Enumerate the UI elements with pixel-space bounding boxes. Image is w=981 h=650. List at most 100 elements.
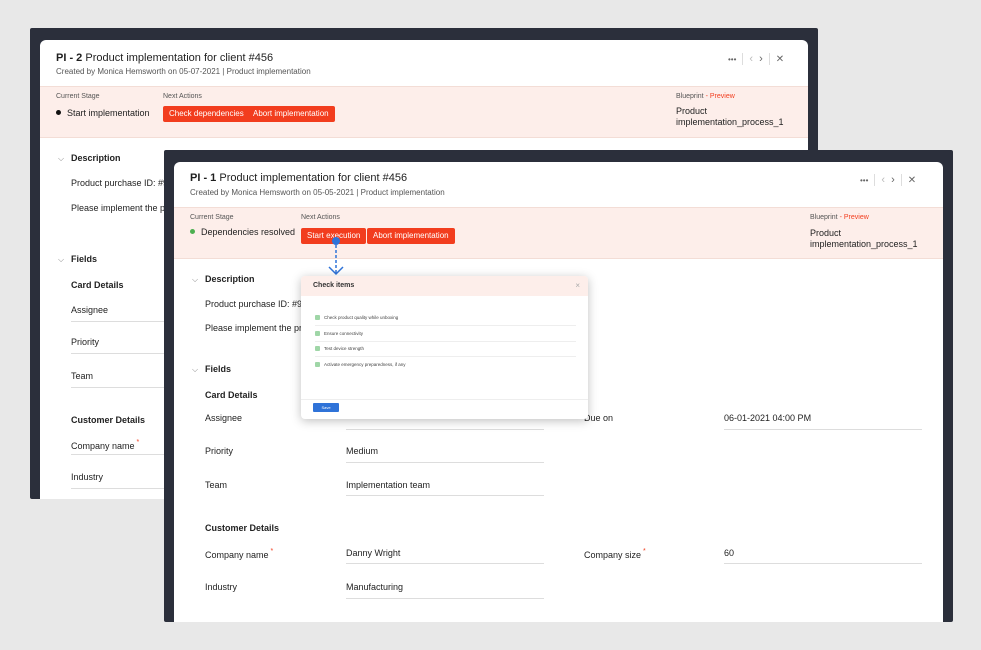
blueprint-preview-link[interactable]: - Preview: [840, 214, 869, 221]
dialog-title: Check items: [313, 282, 355, 289]
blueprint-value: Product implementation_process_1: [810, 228, 918, 249]
due-on-value[interactable]: 06-01-2021 04:00 PM: [724, 413, 811, 423]
description-heading: Description: [71, 153, 121, 163]
blueprint-label: Blueprint - Preview: [676, 93, 735, 100]
collapse-description-icon[interactable]: ⌵: [58, 154, 64, 164]
collapse-description-icon[interactable]: ⌵: [192, 275, 198, 285]
next-actions-label: Next Actions: [163, 93, 202, 100]
collapse-fields-icon[interactable]: ⌵: [58, 255, 64, 265]
front-stage-bar: Current Stage Dependencies resolved Next…: [174, 207, 943, 259]
company-name-label-text: Company name: [71, 441, 135, 451]
check-item[interactable]: Activate emergency preparedness, if any: [315, 362, 406, 367]
priority-underline: [346, 462, 544, 463]
description-heading: Description: [205, 274, 255, 284]
card-details-heading: Card Details: [205, 390, 258, 400]
industry-label: Industry: [205, 582, 238, 592]
abort-implementation-button[interactable]: Abort implementation: [247, 106, 335, 122]
company-name-underline: [346, 563, 544, 564]
company-name-value[interactable]: Danny Wright: [346, 548, 400, 558]
divider: [742, 53, 744, 65]
required-marker: *: [270, 548, 274, 555]
front-card-title-text: Product implementation for client #456: [219, 172, 408, 184]
team-underline: [346, 495, 544, 496]
abort-implementation-button[interactable]: Abort implementation: [367, 228, 455, 244]
divider: [301, 399, 588, 400]
industry-underline: [346, 598, 544, 599]
current-stage-value: Dependencies resolved: [190, 227, 295, 238]
assignee-underline: [71, 321, 171, 322]
industry-underline: [71, 488, 171, 489]
industry-label: Industry: [71, 472, 104, 482]
back-card-header-actions: ••• ‹ › ✕: [728, 53, 784, 65]
blueprint-label: Blueprint - Preview: [810, 214, 869, 221]
required-marker: *: [643, 548, 646, 555]
check-dependencies-button[interactable]: Check dependencies: [163, 106, 250, 122]
next-actions-label: Next Actions: [301, 214, 340, 221]
back-card-title: PI - 2 Product implementation for client…: [56, 52, 273, 64]
assignee-label: Assignee: [71, 305, 109, 315]
fields-heading: Fields: [71, 254, 98, 264]
company-name-label: Company name *: [205, 548, 273, 560]
next-icon[interactable]: ›: [891, 174, 895, 186]
team-value[interactable]: Implementation team: [346, 480, 430, 490]
front-card-header-actions: ••• ‹ › ✕: [860, 174, 916, 186]
checkbox-icon[interactable]: [315, 315, 320, 320]
priority-value[interactable]: Medium: [346, 446, 378, 456]
prev-icon[interactable]: ‹: [749, 53, 753, 65]
checkbox-icon[interactable]: [315, 362, 320, 367]
priority-label: Priority: [71, 337, 100, 347]
close-icon[interactable]: ✕: [776, 54, 784, 65]
blueprint-preview-link[interactable]: - Preview: [706, 93, 735, 100]
current-stage-text: Dependencies resolved: [201, 227, 296, 237]
description-line-2: Please implement the prod: [205, 323, 313, 333]
description-line-1: Product purchase ID: #980: [71, 178, 179, 188]
back-card-title-text: Product implementation for client #456: [85, 52, 274, 64]
prev-icon[interactable]: ‹: [881, 174, 885, 186]
stage-dot-icon: [56, 110, 61, 115]
front-card-title: PI - 1 Product implementation for client…: [190, 172, 407, 184]
card-details-heading: Card Details: [71, 280, 124, 290]
check-item[interactable]: Check product quality while unboxing: [315, 315, 398, 320]
company-size-value[interactable]: 60: [724, 548, 734, 558]
due-on-label: Due on: [584, 413, 614, 423]
check-item[interactable]: Test device strength: [315, 346, 364, 351]
close-icon[interactable]: ✕: [908, 175, 916, 186]
fields-heading: Fields: [205, 364, 232, 374]
divider: [315, 341, 576, 342]
stage-dot-icon: [190, 229, 195, 234]
checkbox-icon[interactable]: [315, 346, 320, 351]
description-line-1: Product purchase ID: #980: [205, 299, 313, 309]
team-label: Team: [71, 371, 94, 381]
company-name-underline: [71, 454, 171, 455]
divider: [315, 325, 576, 326]
company-name-label: Company name *: [71, 439, 139, 451]
assignee-label: Assignee: [205, 413, 243, 423]
priority-label: Priority: [205, 446, 234, 456]
back-card-subtitle: Created by Monica Hemsworth on 05-07-202…: [56, 67, 311, 76]
more-icon[interactable]: •••: [860, 176, 868, 185]
checkbox-icon[interactable]: [315, 331, 320, 336]
company-size-label-text: Company size: [584, 550, 642, 560]
check-item-label: Ensure connectivity: [324, 331, 364, 336]
divider: [315, 356, 576, 357]
dialog-close-icon[interactable]: ×: [575, 281, 580, 290]
description-line-2: Please implement the proc: [71, 203, 178, 213]
check-item-label: Activate emergency preparedness, if any: [324, 362, 406, 367]
more-icon[interactable]: •••: [728, 55, 736, 64]
next-icon[interactable]: ›: [759, 53, 763, 65]
industry-value[interactable]: Manufacturing: [346, 582, 403, 592]
customer-details-heading: Customer Details: [205, 523, 280, 533]
check-item[interactable]: Ensure connectivity: [315, 331, 363, 336]
collapse-fields-icon[interactable]: ⌵: [192, 365, 198, 375]
current-stage-text: Start implementation: [67, 108, 150, 118]
front-card-subtitle: Created by Monica Hemsworth on 05-05-202…: [190, 188, 445, 197]
divider: [874, 174, 876, 186]
blueprint-label-text: Blueprint: [676, 93, 704, 100]
save-button[interactable]: Save: [313, 403, 339, 412]
company-size-label: Company size *: [584, 548, 646, 560]
check-items-dialog: Check items × Check product quality whil…: [301, 276, 588, 419]
company-name-label-text: Company name: [205, 550, 269, 560]
current-stage-value: Start implementation: [56, 108, 150, 119]
assignee-underline: [346, 429, 544, 430]
due-on-underline: [724, 429, 922, 430]
